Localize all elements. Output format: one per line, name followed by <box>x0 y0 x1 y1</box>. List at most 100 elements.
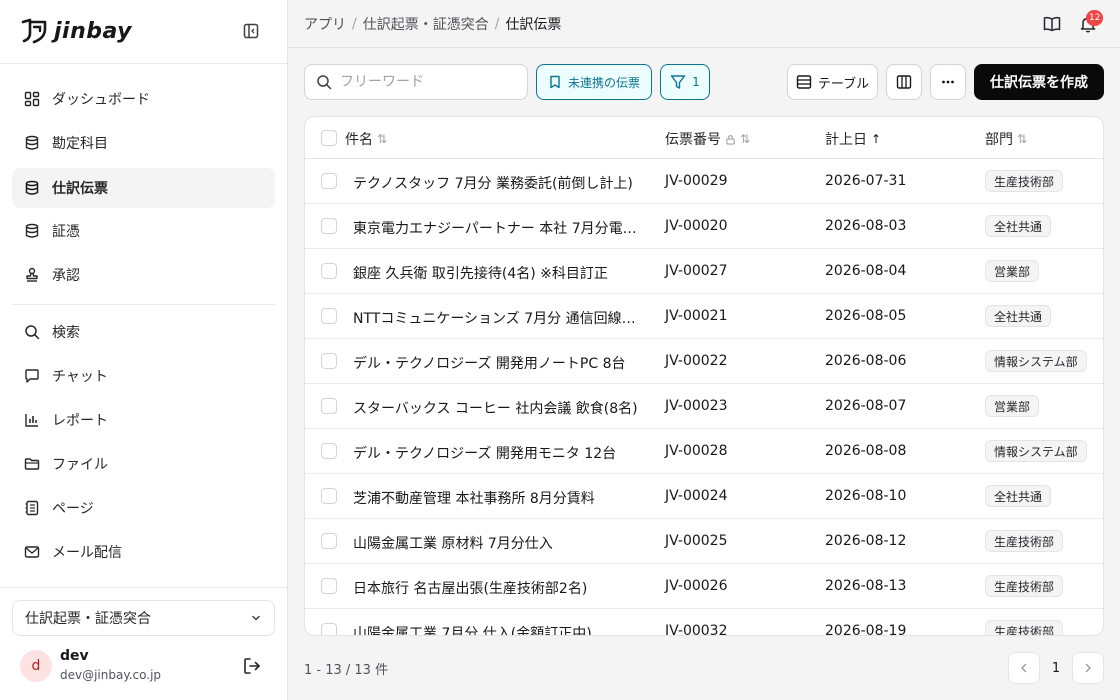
row-title: 芝浦不動産管理 本社事務所 8月分賃料 <box>353 491 595 507</box>
columns-icon <box>896 75 912 89</box>
columns-button[interactable] <box>886 64 922 100</box>
breadcrumb: アプリ / 仕訳起票・証憑突合 / 仕訳伝票 <box>304 14 561 34</box>
workspace-select[interactable]: 仕訳起票・証憑突合 <box>12 600 275 636</box>
folder-icon <box>24 458 40 470</box>
sidebar-item-label: メール配信 <box>52 545 122 561</box>
row-number: JV-00025 <box>665 533 728 549</box>
sidebar-item-chat[interactable]: チャット <box>12 356 275 396</box>
filter-button[interactable]: 1 <box>660 64 710 100</box>
sidebar-item-accounts[interactable]: 勘定科目 <box>12 123 275 163</box>
unlinked-vouchers-label: 未連携の伝票 <box>568 75 641 90</box>
row-number: JV-00023 <box>665 398 728 414</box>
previous-page-button[interactable] <box>1008 652 1040 684</box>
column-header-label: 計上日 <box>825 132 867 148</box>
chat-icon <box>25 369 39 383</box>
row-checkbox[interactable] <box>321 263 337 279</box>
row-checkbox[interactable] <box>321 173 337 189</box>
sidebar-item-approval[interactable]: 承認 <box>12 255 275 295</box>
sidebar-item-report[interactable]: レポート <box>12 400 275 440</box>
sidebar-item-dashboard[interactable]: ダッシュボード <box>12 79 275 119</box>
column-header-number[interactable]: 伝票番号 ⇅ <box>665 129 750 149</box>
table-view-button[interactable]: テーブル <box>787 64 878 100</box>
sidebar-collapse-button[interactable] <box>240 20 262 42</box>
user-menu[interactable]: d dev dev@jinbay.co.jp <box>20 648 270 688</box>
sidebar-divider <box>0 587 287 588</box>
row-checkbox[interactable] <box>321 353 337 369</box>
brand[interactable]: jinbay <box>20 16 132 46</box>
table-row[interactable]: 山陽金属工業 原材料 7月分仕入 JV-00025 2026-08-12 生産技… <box>305 519 1103 564</box>
breadcrumb-separator: / <box>352 16 357 32</box>
page-icon <box>25 500 39 516</box>
row-checkbox[interactable] <box>321 533 337 549</box>
book-icon[interactable] <box>1042 14 1062 34</box>
table-row[interactable]: NTTコミュニケーションズ 7月分 通信回線… JV-00021 2026-08… <box>305 294 1103 339</box>
sidebar-item-label: 承認 <box>52 268 80 284</box>
table-row[interactable]: 山陽金属工業 7月分 仕入(金額訂正中) JV-00032 2026-08-19… <box>305 609 1103 636</box>
more-options-button[interactable] <box>930 64 966 100</box>
next-page-button[interactable] <box>1072 652 1104 684</box>
row-number: JV-00020 <box>665 218 728 234</box>
column-header-title[interactable]: 件名 ⇅ <box>345 129 387 149</box>
select-all-checkbox[interactable] <box>321 130 337 146</box>
panel-left-icon <box>243 23 259 39</box>
table-header: 件名 ⇅ 伝票番号 ⇅ 計上日 ↑ 部門 ⇅ <box>305 117 1103 159</box>
table-icon <box>796 75 812 89</box>
row-title: NTTコミュニケーションズ 7月分 通信回線… <box>353 311 636 327</box>
row-checkbox[interactable] <box>321 578 337 594</box>
sidebar-item-label: 検索 <box>52 325 80 341</box>
row-date: 2026-08-05 <box>825 308 907 324</box>
table-row[interactable]: 芝浦不動産管理 本社事務所 8月分賃料 JV-00024 2026-08-10 … <box>305 474 1103 519</box>
dashboard-icon <box>24 91 40 107</box>
create-voucher-button[interactable]: 仕訳伝票を作成 <box>974 64 1104 100</box>
search-input[interactable] <box>340 74 510 90</box>
row-checkbox[interactable] <box>321 488 337 504</box>
column-header-date[interactable]: 計上日 ↑ <box>825 129 881 149</box>
column-header-label: 部門 <box>985 132 1013 148</box>
department-badge: 情報システム部 <box>985 440 1087 462</box>
unlinked-vouchers-button[interactable]: 未連携の伝票 <box>536 64 652 100</box>
row-date: 2026-08-04 <box>825 263 907 279</box>
sidebar-item-journal-vouchers[interactable]: 仕訳伝票 <box>12 168 275 208</box>
breadcrumb-item-apps[interactable]: アプリ <box>304 14 346 34</box>
table-view-label: テーブル <box>817 76 870 92</box>
table-row[interactable]: 日本旅行 名古屋出張(生産技術部2名) JV-00026 2026-08-13 … <box>305 564 1103 609</box>
mail-icon <box>24 546 40 558</box>
search-icon <box>25 325 40 340</box>
table-row[interactable]: テクノスタッフ 7月分 業務委託(前倒し計上) JV-00029 2026-07… <box>305 159 1103 204</box>
table-row[interactable]: スターバックス コーヒー 社内会議 飲食(8名) JV-00023 2026-0… <box>305 384 1103 429</box>
row-date: 2026-08-06 <box>825 353 907 369</box>
table-row[interactable]: デル・テクノロジーズ 開発用モニタ 12台 JV-00028 2026-08-0… <box>305 429 1103 474</box>
breadcrumb-item-app[interactable]: 仕訳起票・証憑突合 <box>363 14 489 34</box>
table-row[interactable]: デル・テクノロジーズ 開発用ノートPC 8台 JV-00022 2026-08-… <box>305 339 1103 384</box>
current-page[interactable]: 1 <box>1046 652 1066 684</box>
row-checkbox[interactable] <box>321 443 337 459</box>
sidebar-item-label: レポート <box>52 413 108 429</box>
department-badge: 生産技術部 <box>985 620 1064 635</box>
table-row[interactable]: 東京電力エナジーパートナー 本社 7月分電… JV-00020 2026-08-… <box>305 204 1103 249</box>
sidebar-item-search[interactable]: 検索 <box>12 312 275 352</box>
database-icon <box>25 223 39 238</box>
top-header: アプリ / 仕訳起票・証憑突合 / 仕訳伝票 12 <box>288 0 1120 48</box>
row-title: スターバックス コーヒー 社内会議 飲食(8名) <box>353 401 638 417</box>
table-row[interactable]: 銀座 久兵衛 取引先接待(4名) ※科目訂正 JV-00027 2026-08-… <box>305 249 1103 294</box>
row-checkbox[interactable] <box>321 623 337 635</box>
department-badge: 生産技術部 <box>985 575 1064 597</box>
result-count: 1 - 13 / 13 件 <box>304 663 389 678</box>
sidebar-item-pages[interactable]: ページ <box>12 488 275 528</box>
row-checkbox[interactable] <box>321 308 337 324</box>
row-checkbox[interactable] <box>321 398 337 414</box>
logout-icon[interactable] <box>242 656 262 676</box>
sidebar-item-evidence[interactable]: 証憑 <box>12 211 275 251</box>
avatar: d <box>20 650 52 682</box>
database-icon <box>25 180 39 195</box>
column-header-department[interactable]: 部門 ⇅ <box>985 129 1027 149</box>
row-checkbox[interactable] <box>321 218 337 234</box>
sidebar-item-mail[interactable]: メール配信 <box>12 532 275 572</box>
search-field[interactable] <box>304 64 528 100</box>
user-name: dev <box>60 648 89 664</box>
sidebar-item-files[interactable]: ファイル <box>12 444 275 484</box>
chevron-right-icon <box>1085 663 1092 673</box>
breadcrumb-separator: / <box>494 16 500 32</box>
row-title: デル・テクノロジーズ 開発用モニタ 12台 <box>353 446 617 462</box>
row-number: JV-00032 <box>665 623 728 636</box>
